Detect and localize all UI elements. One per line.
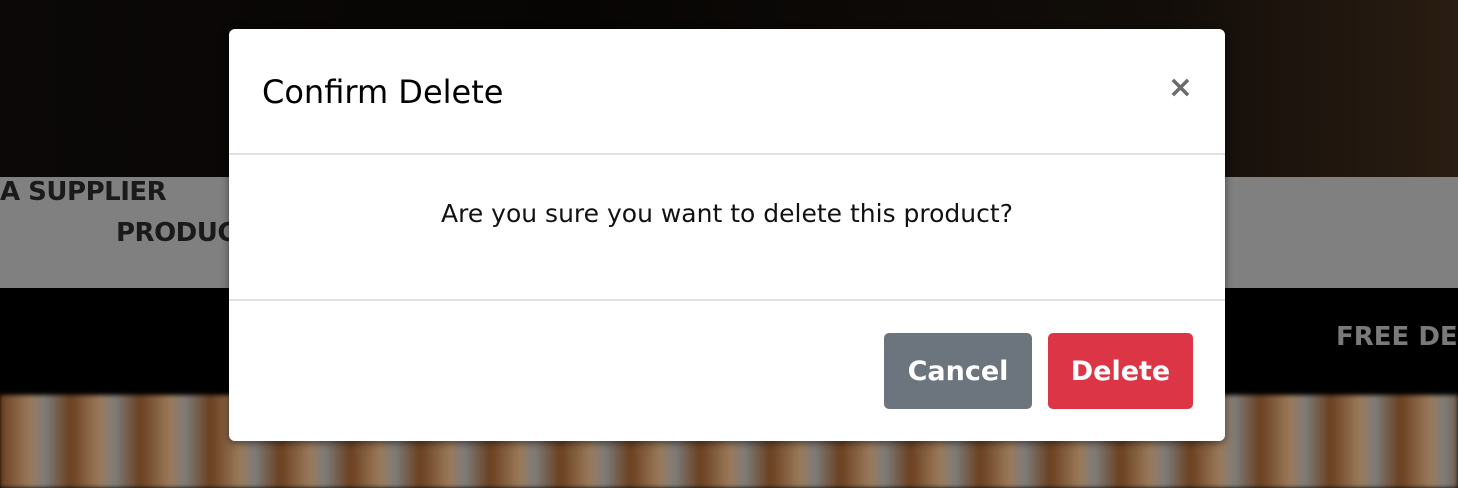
- confirm-message: Are you sure you want to delete this pro…: [441, 199, 1013, 228]
- confirm-delete-dialog: Confirm Delete × Are you sure you want t…: [229, 29, 1225, 441]
- modal-footer: Cancel Delete: [229, 301, 1225, 441]
- modal-body: Are you sure you want to delete this pro…: [229, 155, 1225, 301]
- nav-item-supplier[interactable]: A SUPPLIER: [0, 177, 167, 207]
- close-icon[interactable]: ×: [1168, 73, 1193, 103]
- delete-button[interactable]: Delete: [1048, 333, 1193, 409]
- nav-item-products[interactable]: PRODUC: [116, 218, 236, 248]
- promo-text: FREE DE: [1336, 322, 1458, 352]
- modal-title: Confirm Delete: [262, 73, 504, 111]
- modal-header: Confirm Delete ×: [229, 29, 1225, 155]
- cancel-button[interactable]: Cancel: [884, 333, 1032, 409]
